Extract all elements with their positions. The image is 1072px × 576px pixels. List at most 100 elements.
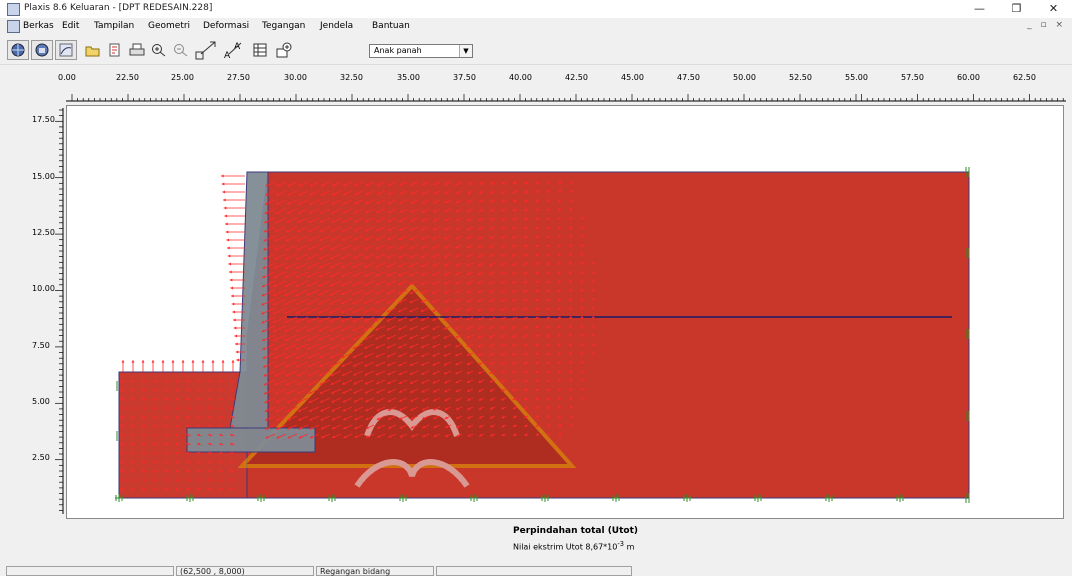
displacement-arrow-head bbox=[223, 206, 227, 210]
x-tick-label: 22.50 bbox=[116, 73, 139, 82]
output-canvas[interactable]: Perpindahan total (Utot) Nilai ekstrim U… bbox=[66, 105, 1064, 552]
text-scale-icon: AA bbox=[224, 42, 242, 60]
result-extreme-value: Nilai ekstrim Utot 8,67*10-3 m bbox=[513, 540, 634, 552]
fixity-mark bbox=[115, 494, 123, 502]
displacement-arrow-head bbox=[222, 190, 225, 194]
table-button[interactable] bbox=[249, 40, 271, 60]
y-tick-label: 5.00 bbox=[32, 397, 50, 406]
fixity-mark bbox=[541, 494, 549, 502]
displacement-arrow-head bbox=[235, 350, 239, 354]
status-coordinates: (62,500 , 8,000) bbox=[176, 566, 314, 576]
displacement-arrow-head bbox=[221, 174, 224, 178]
displacement-arrow-head bbox=[235, 342, 238, 346]
displacement-arrow-head bbox=[225, 230, 229, 234]
zoom-in-button[interactable] bbox=[148, 40, 170, 60]
scale-factor-button[interactable]: AA bbox=[221, 40, 247, 60]
displacement-arrow-head bbox=[231, 294, 234, 298]
menu-geometri[interactable]: Geometri bbox=[148, 21, 190, 31]
menu-bantuan[interactable]: Bantuan bbox=[372, 21, 410, 31]
fixity-mark bbox=[399, 494, 407, 502]
menu-deformasi[interactable]: Deformasi bbox=[203, 21, 249, 31]
x-ruler-ticks bbox=[66, 94, 1066, 102]
curves-program-button[interactable] bbox=[55, 40, 77, 60]
x-tick-label: 42.50 bbox=[565, 73, 588, 82]
status-field-4 bbox=[436, 566, 632, 576]
mdi-window-controls[interactable]: _ ▫ × bbox=[1027, 20, 1066, 30]
x-tick-label: 27.50 bbox=[227, 73, 250, 82]
display-mode-select[interactable]: Anak panah ▼ bbox=[369, 44, 473, 58]
x-tick-label: 57.50 bbox=[901, 73, 924, 82]
curves-icon bbox=[59, 43, 73, 57]
x-tick-label: 35.00 bbox=[397, 73, 420, 82]
extreme-prefix: Nilai ekstrim Utot 8,67*10 bbox=[513, 542, 618, 552]
restore-button[interactable]: ❐ bbox=[998, 0, 1035, 18]
x-tick-label: 25.00 bbox=[171, 73, 194, 82]
fixity-mark bbox=[186, 494, 194, 502]
x-tick-label: 47.50 bbox=[677, 73, 700, 82]
y-tick-label: 12.50 bbox=[32, 228, 55, 237]
displacement-arrow-head bbox=[228, 262, 231, 266]
fixity-mark bbox=[825, 494, 833, 502]
x-tick-label: 55.00 bbox=[845, 73, 868, 82]
window-controls: — ❐ ✕ bbox=[961, 0, 1072, 18]
document-icon[interactable] bbox=[7, 20, 20, 33]
displacement-arrow-head bbox=[232, 310, 235, 314]
displacement-arrow-head bbox=[227, 254, 231, 258]
close-button[interactable]: ✕ bbox=[1035, 0, 1072, 18]
displacement-arrow-head bbox=[227, 246, 230, 250]
structures-icon bbox=[276, 42, 292, 58]
displacement-arrow-head bbox=[161, 360, 165, 363]
y-tick-label: 17.50 bbox=[32, 115, 55, 124]
displacement-arrow-head bbox=[231, 360, 235, 363]
zoom-in-icon bbox=[152, 44, 166, 57]
svg-text:A: A bbox=[224, 51, 231, 60]
x-tick-label: 45.00 bbox=[621, 73, 644, 82]
menu-berkas[interactable]: Berkas bbox=[23, 21, 54, 31]
report-icon bbox=[109, 43, 120, 57]
print-button[interactable] bbox=[126, 40, 148, 60]
y-tick-label: 2.50 bbox=[32, 453, 50, 462]
report-button[interactable] bbox=[104, 40, 126, 60]
fixity-mark bbox=[470, 494, 478, 502]
displacement-arrow-head bbox=[221, 360, 225, 363]
fixity-mark bbox=[257, 494, 265, 502]
minimize-button[interactable]: — bbox=[961, 0, 998, 18]
x-tick-label: 30.00 bbox=[284, 73, 307, 82]
extreme-unit: m bbox=[626, 542, 635, 552]
structures-button[interactable] bbox=[273, 40, 295, 60]
displacement-arrow-head bbox=[233, 326, 237, 330]
open-file-button[interactable] bbox=[82, 40, 104, 60]
displacement-arrow-head bbox=[201, 360, 205, 363]
displacement-arrow-head bbox=[211, 360, 215, 363]
menu-tegangan[interactable]: Tegangan bbox=[262, 21, 305, 31]
zoom-out-button[interactable] bbox=[170, 40, 192, 60]
result-title: Perpindahan total (Utot) bbox=[513, 526, 639, 536]
table-icon bbox=[253, 43, 267, 57]
displacement-arrow-head bbox=[233, 318, 236, 322]
display-mode-value: Anak panah bbox=[374, 46, 422, 55]
fixity-mark bbox=[754, 494, 762, 502]
x-tick-label: 40.00 bbox=[509, 73, 532, 82]
scale-button[interactable] bbox=[193, 40, 219, 60]
x-tick-label: 62.50 bbox=[1013, 73, 1036, 82]
displacement-arrow-head bbox=[221, 182, 225, 186]
fixity-mark bbox=[683, 494, 691, 502]
displacement-arrow-head bbox=[151, 360, 155, 363]
zoom-out-icon bbox=[174, 44, 188, 57]
menu-tampilan[interactable]: Tampilan bbox=[94, 21, 134, 31]
y-tick-label: 10.00 bbox=[32, 284, 55, 293]
status-model-type: Regangan bidang bbox=[316, 566, 434, 576]
menu-jendela[interactable]: Jendela bbox=[320, 21, 353, 31]
displacement-arrow-head bbox=[229, 278, 233, 282]
fixity-mark bbox=[328, 494, 336, 502]
calculation-program-button[interactable] bbox=[31, 40, 53, 60]
displacement-arrow-head bbox=[236, 358, 239, 362]
model-plot bbox=[115, 167, 970, 503]
title-bar: Plaxis 8.6 Keluaran - [DPT REDESAIN.228]… bbox=[0, 0, 1072, 18]
dropdown-arrow-icon[interactable]: ▼ bbox=[459, 45, 472, 57]
x-ruler: 0.00 22.50 25.00 27.50 30.00 32.50 35.00 37.50 4… bbox=[0, 66, 1072, 104]
y-tick-label: 7.50 bbox=[32, 341, 50, 350]
menu-bar: Berkas Edit Tampilan Geometri Deformasi … bbox=[0, 18, 1072, 35]
menu-edit[interactable]: Edit bbox=[62, 21, 79, 31]
input-program-button[interactable] bbox=[7, 40, 29, 60]
